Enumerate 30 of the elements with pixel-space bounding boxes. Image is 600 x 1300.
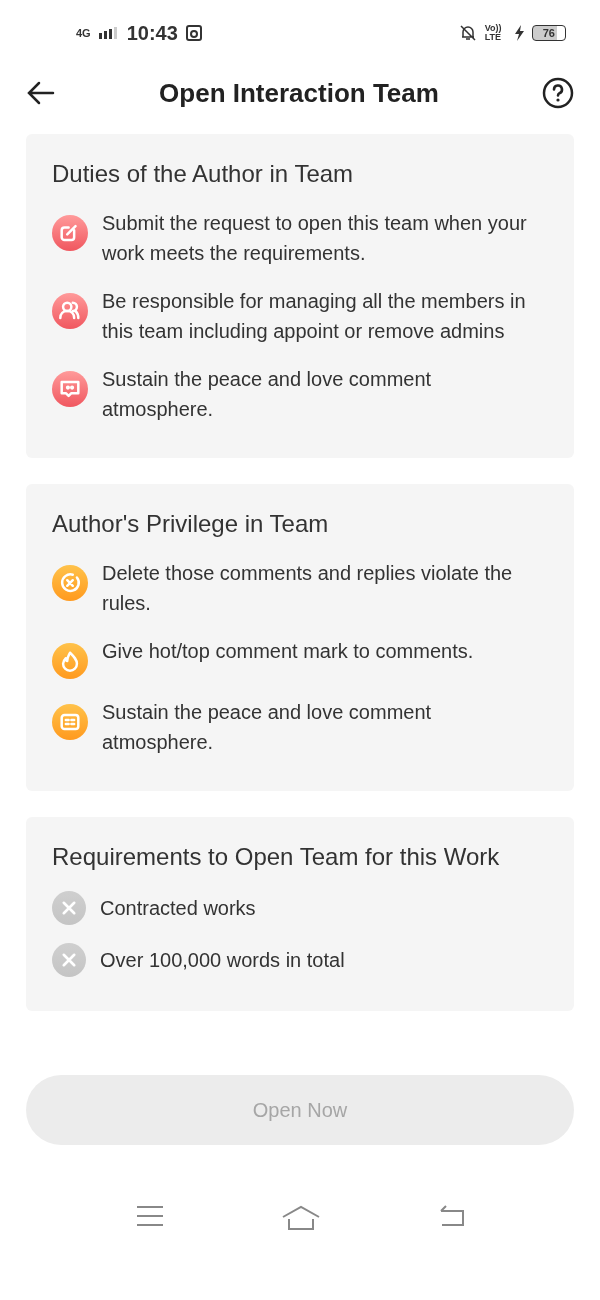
- card-title: Duties of the Author in Team: [52, 160, 355, 188]
- item-text: Contracted works: [100, 896, 257, 921]
- battery-level: 76: [531, 25, 566, 41]
- card-title: Author's Privilege in Team: [52, 510, 330, 538]
- item-text: Submit the request to open this team when your work meets the requirements.: [102, 211, 528, 266]
- edit-icon: [52, 215, 88, 251]
- page-title: Open Interaction Team: [158, 77, 440, 109]
- item-text: Delete those comments and replies violate the rules.: [102, 561, 514, 616]
- network-type: 4G: [76, 27, 91, 39]
- item-text: Over 100,000 words in total: [100, 948, 346, 973]
- item-text: Sustain the peace and love comment atmosphere.: [102, 367, 433, 422]
- card-title: Requirements to Open Team for this Work: [52, 843, 501, 871]
- camera-icon: [185, 25, 202, 41]
- back-icon[interactable]: [438, 1205, 466, 1227]
- clock-time: 10:43: [126, 21, 178, 45]
- people-icon: [52, 293, 88, 329]
- cancel-icon: [52, 565, 88, 601]
- chat-icon: [52, 371, 88, 407]
- menu-icon[interactable]: [136, 1205, 164, 1227]
- charging-icon: [514, 25, 524, 41]
- help-icon[interactable]: [542, 77, 574, 109]
- item-text: Give hot/top comment mark to comments.: [102, 639, 475, 664]
- item-text: Sustain the peace and love comment atmosphere.: [102, 700, 433, 755]
- home-icon[interactable]: [281, 1205, 321, 1231]
- flame-icon: [52, 643, 88, 679]
- item-text: Be responsible for managing all the members in this team including appoint or remove admins: [102, 289, 527, 344]
- list-icon: [52, 704, 88, 740]
- signal-icon: [98, 27, 119, 39]
- volte-label: Vo)) LTE: [484, 24, 503, 42]
- bell-off-icon: [458, 24, 477, 42]
